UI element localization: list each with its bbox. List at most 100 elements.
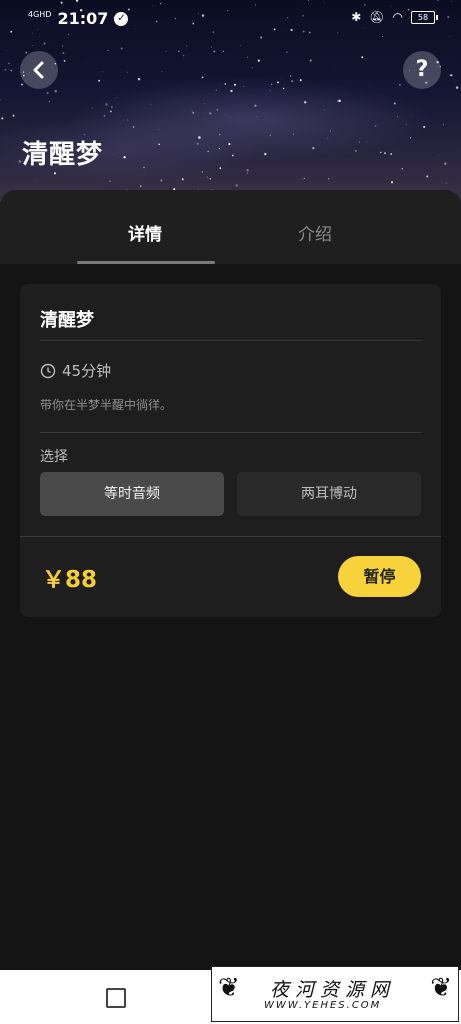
star bbox=[276, 81, 280, 84]
help-button[interactable]: ? bbox=[403, 51, 441, 89]
star bbox=[302, 178, 304, 180]
star bbox=[271, 83, 273, 85]
star bbox=[281, 78, 282, 80]
star bbox=[246, 56, 249, 58]
tab-intro[interactable]: 介绍 bbox=[298, 220, 332, 245]
star bbox=[161, 71, 163, 73]
star bbox=[359, 141, 361, 143]
star bbox=[369, 84, 371, 85]
star bbox=[444, 162, 447, 165]
star bbox=[290, 75, 292, 77]
star bbox=[137, 78, 141, 81]
star bbox=[251, 67, 253, 69]
star bbox=[107, 49, 109, 52]
star bbox=[109, 110, 112, 113]
status-bar: 4GHD 21:07 ✓ ✱ 🔕︎ ◠ 58 bbox=[0, 0, 461, 36]
star bbox=[120, 47, 123, 50]
star bbox=[390, 181, 394, 184]
star bbox=[206, 176, 209, 178]
star bbox=[48, 101, 51, 103]
star bbox=[374, 125, 377, 127]
signal-indicator: 4GHD bbox=[28, 9, 52, 19]
star bbox=[264, 152, 267, 156]
star bbox=[165, 50, 167, 52]
star bbox=[18, 160, 22, 163]
star bbox=[235, 184, 238, 187]
star bbox=[158, 143, 161, 146]
star bbox=[286, 51, 288, 53]
star bbox=[182, 54, 185, 57]
star bbox=[324, 109, 326, 111]
star bbox=[240, 45, 241, 47]
star bbox=[337, 100, 339, 102]
star bbox=[243, 86, 244, 87]
star bbox=[98, 79, 101, 82]
star bbox=[218, 148, 220, 150]
recents-icon[interactable] bbox=[106, 988, 126, 1008]
star bbox=[442, 124, 444, 126]
star bbox=[327, 137, 328, 139]
star bbox=[196, 142, 199, 145]
star bbox=[405, 124, 407, 125]
star bbox=[293, 133, 295, 135]
star bbox=[160, 179, 163, 182]
clock: 21:07 bbox=[57, 9, 109, 28]
product-card: 清醒梦 45分钟 带你在半梦半醒中徜徉。 选择 等时音频 两耳博动 ￥88 暂停 bbox=[20, 284, 441, 617]
pause-button[interactable]: 暂停 bbox=[338, 556, 421, 597]
star bbox=[91, 107, 93, 109]
star bbox=[290, 80, 294, 83]
star bbox=[410, 137, 412, 139]
star bbox=[12, 114, 15, 117]
star bbox=[228, 143, 231, 146]
star bbox=[254, 104, 257, 107]
star bbox=[0, 99, 1, 101]
option-isochronic[interactable]: 等时音频 bbox=[40, 472, 224, 516]
star bbox=[366, 141, 368, 143]
star bbox=[213, 50, 216, 53]
star bbox=[191, 110, 193, 112]
star bbox=[246, 169, 249, 172]
star bbox=[393, 102, 396, 105]
star bbox=[269, 90, 271, 91]
back-button[interactable] bbox=[20, 51, 58, 89]
watermark-logo: ❦ 夜河资源网 WWW.YEHES.COM ❦ bbox=[211, 966, 459, 1022]
star bbox=[215, 89, 217, 92]
star bbox=[257, 59, 260, 62]
duration-row: 45分钟 bbox=[40, 360, 111, 381]
ornament-icon: ❦ bbox=[430, 973, 452, 1003]
star bbox=[63, 59, 66, 62]
star bbox=[35, 180, 36, 181]
star bbox=[201, 76, 204, 79]
star bbox=[455, 86, 459, 89]
mute-icon: 🔕︎ bbox=[369, 10, 385, 24]
star bbox=[43, 42, 46, 45]
ornament-icon: ❦ bbox=[218, 973, 240, 1003]
price: ￥88 bbox=[42, 567, 98, 593]
tab-details[interactable]: 详情 bbox=[128, 220, 162, 245]
star bbox=[330, 130, 331, 132]
star bbox=[116, 96, 118, 98]
bluetooth-icon: ✱ bbox=[351, 10, 362, 24]
star bbox=[224, 83, 227, 85]
star bbox=[126, 71, 128, 73]
star bbox=[8, 62, 10, 65]
divider bbox=[40, 340, 421, 341]
star bbox=[380, 151, 382, 154]
star bbox=[143, 166, 145, 169]
star bbox=[209, 177, 212, 180]
star bbox=[304, 101, 307, 104]
page-title: 清醒梦 bbox=[22, 140, 104, 170]
star bbox=[231, 154, 234, 157]
star bbox=[186, 45, 188, 47]
wifi-icon: ◠ bbox=[392, 10, 403, 24]
star bbox=[216, 108, 219, 111]
star bbox=[396, 116, 399, 118]
star bbox=[113, 154, 115, 156]
star bbox=[109, 180, 111, 182]
star bbox=[354, 150, 357, 152]
star bbox=[260, 36, 263, 39]
star bbox=[282, 87, 285, 90]
clock-icon bbox=[40, 363, 56, 378]
option-binaural[interactable]: 两耳博动 bbox=[237, 472, 421, 516]
star bbox=[204, 103, 205, 105]
